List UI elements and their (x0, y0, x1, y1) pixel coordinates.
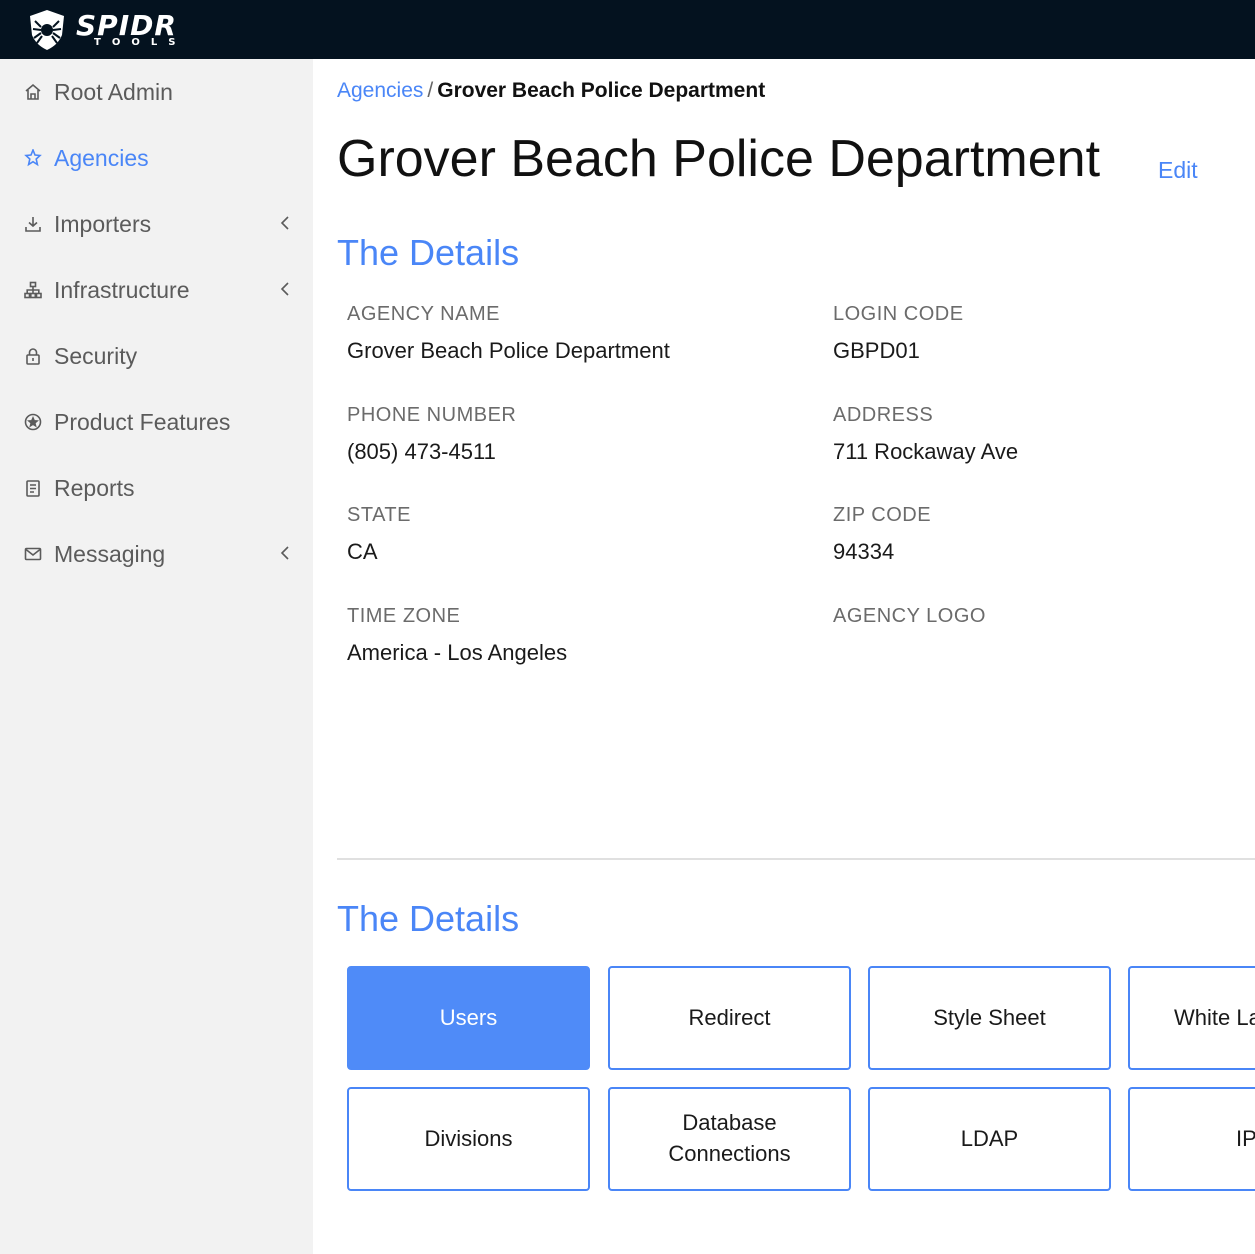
sidebar-item-label: Infrastructure (54, 276, 190, 303)
spider-shield-icon (30, 9, 64, 50)
field-label: AGENCY NAME (347, 303, 500, 325)
sitemap-icon (22, 279, 44, 301)
sidebar-item-label: Security (54, 342, 138, 369)
sidebar-item-label: Agencies (54, 144, 149, 171)
sidebar-item-product-features[interactable]: Product Features (0, 394, 313, 450)
details-section-title: The Details (337, 232, 520, 273)
chevron-left-icon (279, 544, 291, 567)
sidebar-item-agencies[interactable]: Agencies (0, 130, 313, 186)
redirect-tile[interactable]: Redirect (608, 966, 851, 1070)
sidebar-item-label: Importers (54, 210, 152, 237)
clipboard-icon (22, 477, 44, 499)
field-label: TIME ZONE (347, 605, 461, 627)
field-login-code: LOGIN CODE GBPD01 (833, 303, 964, 364)
chevron-left-icon (279, 214, 291, 237)
ldap-tile[interactable]: LDAP (868, 1087, 1111, 1191)
section-divider (337, 858, 1255, 860)
users-tile[interactable]: Users (347, 966, 590, 1070)
field-label: STATE (347, 504, 411, 526)
field-value: 94334 (833, 539, 895, 564)
field-agency-logo: AGENCY LOGO (833, 605, 986, 640)
breadcrumb-separator: / (427, 79, 434, 102)
star-icon (22, 147, 44, 169)
breadcrumb-current: Grover Beach Police Department (437, 79, 766, 102)
field-label: ADDRESS (833, 404, 934, 426)
field-value: (805) 473-4511 (347, 439, 496, 464)
field-label: ZIP CODE (833, 504, 932, 526)
edit-link[interactable]: Edit (1158, 157, 1198, 184)
field-value: Grover Beach Police Department (347, 338, 670, 363)
field-value: GBPD01 (833, 338, 920, 363)
white-label-tile[interactable]: White La (1128, 966, 1255, 1070)
ip-tile[interactable]: IP (1128, 1087, 1255, 1191)
database-connections-tile[interactable]: Database Connections (608, 1087, 851, 1191)
download-icon (22, 213, 44, 235)
badge-icon (22, 411, 44, 433)
sidebar: Root Admin Agencies Importers Infrastruc… (0, 59, 313, 1254)
top-bar: SPIDR TOOLS (0, 0, 1255, 59)
field-label: LOGIN CODE (833, 303, 964, 325)
sidebar-item-label: Reports (54, 474, 135, 501)
field-agency-name: AGENCY NAME Grover Beach Police Departme… (347, 303, 670, 364)
field-time-zone: TIME ZONE America - Los Angeles (347, 605, 567, 666)
field-label: PHONE NUMBER (347, 404, 517, 426)
home-icon (22, 81, 44, 103)
style-sheet-tile[interactable]: Style Sheet (868, 966, 1111, 1070)
actions-section-title: The Details (337, 898, 520, 939)
brand-logo[interactable]: SPIDR TOOLS (24, 7, 186, 53)
field-value: America - Los Angeles (347, 640, 568, 665)
chevron-left-icon (279, 280, 291, 303)
lock-icon (22, 345, 44, 367)
field-state: STATE CA (347, 504, 411, 565)
sidebar-item-infrastructure[interactable]: Infrastructure (0, 262, 313, 318)
field-zip-code: ZIP CODE 94334 (833, 504, 931, 565)
field-value: 711 Rockaway Ave (833, 439, 1019, 464)
sidebar-item-security[interactable]: Security (0, 328, 313, 384)
sidebar-item-label: Product Features (54, 408, 231, 435)
divisions-tile[interactable]: Divisions (347, 1087, 590, 1191)
brand-sub: TOOLS (94, 36, 187, 48)
field-address: ADDRESS 711 Rockaway Ave (833, 404, 1018, 465)
sidebar-item-messaging[interactable]: Messaging (0, 526, 313, 582)
field-phone-number: PHONE NUMBER (805) 473-4511 (347, 404, 516, 465)
brand-name: SPIDR (76, 8, 177, 42)
envelope-icon (22, 543, 44, 565)
main-content: Agencies / Grover Beach Police Department … (313, 59, 1255, 1254)
sidebar-item-root-admin[interactable]: Root Admin (0, 64, 313, 120)
page-title: Grover Beach Police Department (337, 130, 1101, 188)
sidebar-item-label: Messaging (54, 540, 166, 567)
breadcrumb: Agencies / Grover Beach Police Department (337, 79, 765, 103)
breadcrumb-agencies-link[interactable]: Agencies (337, 79, 423, 102)
sidebar-item-reports[interactable]: Reports (0, 460, 313, 516)
sidebar-item-label: Root Admin (54, 78, 173, 105)
sidebar-item-importers[interactable]: Importers (0, 196, 313, 252)
field-value: CA (347, 539, 378, 564)
field-label: AGENCY LOGO (833, 605, 986, 627)
